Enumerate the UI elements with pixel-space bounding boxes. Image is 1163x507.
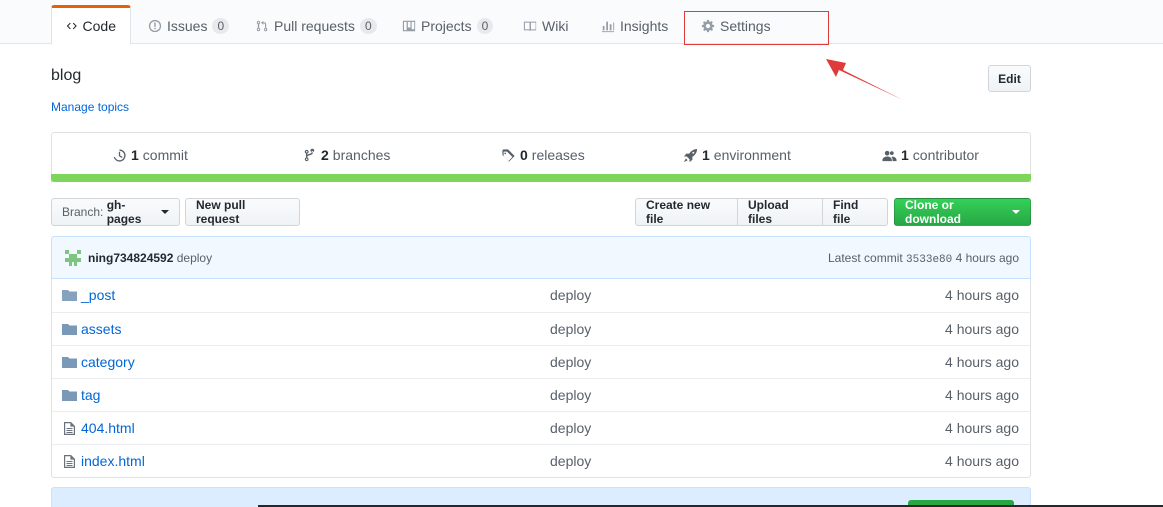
find-file-button[interactable]: Find file xyxy=(822,198,888,226)
file-commit-message[interactable]: deploy xyxy=(550,354,591,370)
edit-button[interactable]: Edit xyxy=(988,65,1031,92)
file-age: 4 hours ago xyxy=(945,453,1019,469)
file-name-link[interactable]: category xyxy=(81,354,135,370)
folder-icon xyxy=(62,290,77,301)
file-age: 4 hours ago xyxy=(945,354,1019,370)
upload-files-button[interactable]: Upload files xyxy=(737,198,823,226)
file-commit-message[interactable]: deploy xyxy=(550,420,591,436)
manage-topics-link[interactable]: Manage topics xyxy=(51,100,129,114)
rocket-icon xyxy=(683,148,698,162)
clone-or-download-button[interactable]: Clone or download xyxy=(894,198,1031,226)
folder-icon xyxy=(62,390,77,401)
contributors-link[interactable]: 1 contributor xyxy=(882,147,979,163)
file-list: _post deploy 4 hours ago assets deploy 4… xyxy=(51,279,1031,478)
file-name-link[interactable]: assets xyxy=(81,321,121,337)
latest-commit-prefix: Latest commit xyxy=(828,251,903,265)
commit-author[interactable]: ning734824592 xyxy=(88,251,173,265)
branch-select-button[interactable]: Branch: gh-pages xyxy=(51,198,180,226)
file-name-link[interactable]: tag xyxy=(81,387,100,403)
branches-link[interactable]: 2 branches xyxy=(302,147,390,163)
file-name-link[interactable]: 404.html xyxy=(81,420,135,436)
file-commit-message[interactable]: deploy xyxy=(550,287,591,303)
clone-label: Clone or download xyxy=(905,198,961,226)
environment-count: 1 xyxy=(702,147,710,163)
table-row: _post deploy 4 hours ago xyxy=(52,279,1030,312)
file-age: 4 hours ago xyxy=(945,321,1019,337)
file-commit-message[interactable]: deploy xyxy=(550,321,591,337)
table-row: category deploy 4 hours ago xyxy=(52,345,1030,378)
annotation-arrow xyxy=(826,59,903,100)
people-icon xyxy=(882,150,897,161)
commit-message[interactable]: deploy xyxy=(177,251,212,265)
caret-down-icon xyxy=(1012,210,1020,214)
branch-label: branches xyxy=(332,147,391,163)
table-row: assets deploy 4 hours ago xyxy=(52,312,1030,345)
latest-commit-info: Latest commit 3533e80 4 hours ago xyxy=(828,251,1019,266)
folder-icon xyxy=(62,357,77,368)
file-icon xyxy=(64,422,75,435)
file-name-link[interactable]: _post xyxy=(81,287,115,303)
contributor-count: 1 xyxy=(901,147,909,163)
folder-icon xyxy=(62,324,77,335)
table-row: tag deploy 4 hours ago xyxy=(52,378,1030,411)
branch-prefix: Branch: xyxy=(62,205,104,219)
repo-description: blog xyxy=(51,67,82,84)
file-age: 4 hours ago xyxy=(945,420,1019,436)
releases-link[interactable]: 0 releases xyxy=(501,147,585,163)
file-commit-message[interactable]: deploy xyxy=(550,453,591,469)
commit-count: 1 xyxy=(131,147,139,163)
commit-label: commit xyxy=(142,147,188,163)
commit-age: 4 hours ago xyxy=(955,251,1019,265)
language-bar[interactable] xyxy=(51,174,1031,182)
file-commit-message[interactable]: deploy xyxy=(550,387,591,403)
commit-author-link[interactable]: ning734824592 deploy xyxy=(88,251,212,265)
table-row: index.html deploy 4 hours ago xyxy=(52,444,1030,477)
avatar[interactable] xyxy=(63,248,83,268)
environment-label: environment xyxy=(713,147,791,163)
latest-commit-bar: ning734824592 deploy Latest commit 3533e… xyxy=(51,236,1031,279)
new-pull-request-button[interactable]: New pull request xyxy=(185,198,300,226)
caret-down-icon xyxy=(161,210,169,214)
file-age: 4 hours ago xyxy=(945,287,1019,303)
commits-link[interactable]: 1 commit xyxy=(112,147,188,163)
readme-prompt-bar xyxy=(51,487,1031,507)
environments-link[interactable]: 1 environment xyxy=(683,147,791,163)
file-icon xyxy=(64,455,75,468)
file-age: 4 hours ago xyxy=(945,387,1019,403)
branch-count: 2 xyxy=(321,147,329,163)
table-row: 404.html deploy 4 hours ago xyxy=(52,411,1030,444)
branch-name: gh-pages xyxy=(106,198,142,226)
tag-icon xyxy=(502,148,515,162)
file-name-link[interactable]: index.html xyxy=(81,453,145,469)
commit-sha-link[interactable]: 3533e80 xyxy=(906,254,952,266)
release-count: 0 xyxy=(520,147,528,163)
branch-icon xyxy=(304,148,315,161)
create-new-file-button[interactable]: Create new file xyxy=(635,198,738,226)
contributor-label: contributor xyxy=(912,147,979,163)
release-label: releases xyxy=(531,147,585,163)
history-icon xyxy=(113,148,126,162)
